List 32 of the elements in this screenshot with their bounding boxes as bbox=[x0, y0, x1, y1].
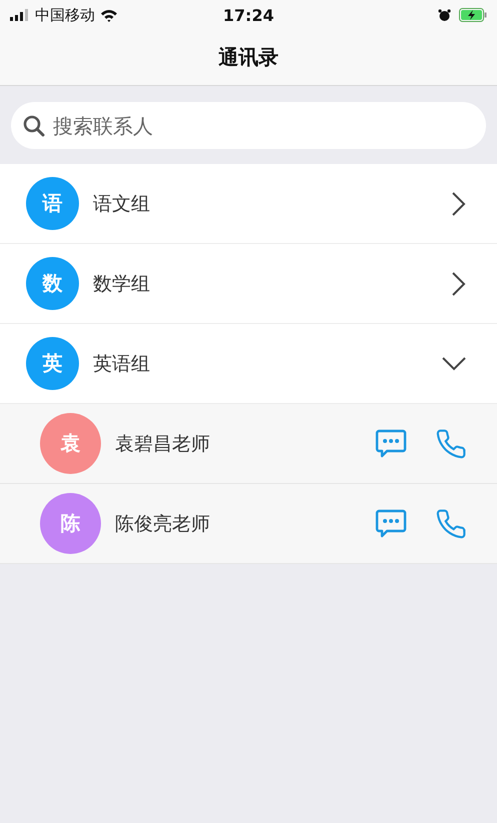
group-avatar: 语 bbox=[26, 177, 79, 230]
call-button[interactable] bbox=[435, 508, 467, 540]
clock-time: 17:24 bbox=[223, 6, 274, 24]
contact-avatar: 袁 bbox=[40, 413, 101, 474]
wifi-icon bbox=[100, 8, 118, 22]
contact-avatar: 陈 bbox=[40, 493, 101, 554]
group-row[interactable]: 数 数学组 bbox=[0, 244, 497, 324]
signal-icon bbox=[10, 9, 30, 21]
page-title: 通讯录 bbox=[218, 44, 278, 71]
chevron-right-icon bbox=[451, 190, 467, 216]
battery-icon bbox=[459, 8, 487, 22]
contact-row[interactable]: 陈 陈俊亮老师 bbox=[0, 484, 497, 564]
group-name: 数学组 bbox=[93, 272, 151, 296]
contact-name: 袁碧昌老师 bbox=[115, 432, 211, 456]
group-row[interactable]: 英 英语组 bbox=[0, 324, 497, 404]
message-button[interactable] bbox=[375, 508, 407, 538]
alarm-icon bbox=[438, 8, 451, 22]
search-bar[interactable]: 搜索联系人 bbox=[11, 102, 486, 149]
group-avatar: 数 bbox=[26, 257, 79, 310]
contact-name: 陈俊亮老师 bbox=[115, 512, 211, 536]
group-name: 语文组 bbox=[93, 192, 151, 216]
group-name: 英语组 bbox=[93, 352, 151, 376]
group-avatar: 英 bbox=[26, 337, 79, 390]
call-button[interactable] bbox=[435, 428, 467, 460]
contact-row[interactable]: 袁 袁碧昌老师 bbox=[0, 404, 497, 484]
message-button[interactable] bbox=[375, 428, 407, 458]
search-icon bbox=[23, 114, 45, 136]
chevron-right-icon bbox=[451, 270, 467, 296]
chevron-down-icon bbox=[441, 356, 467, 372]
carrier-name: 中国移动 bbox=[35, 6, 95, 24]
search-field[interactable]: 搜索联系人 bbox=[51, 112, 474, 138]
group-row[interactable]: 语 语文组 bbox=[0, 164, 497, 244]
